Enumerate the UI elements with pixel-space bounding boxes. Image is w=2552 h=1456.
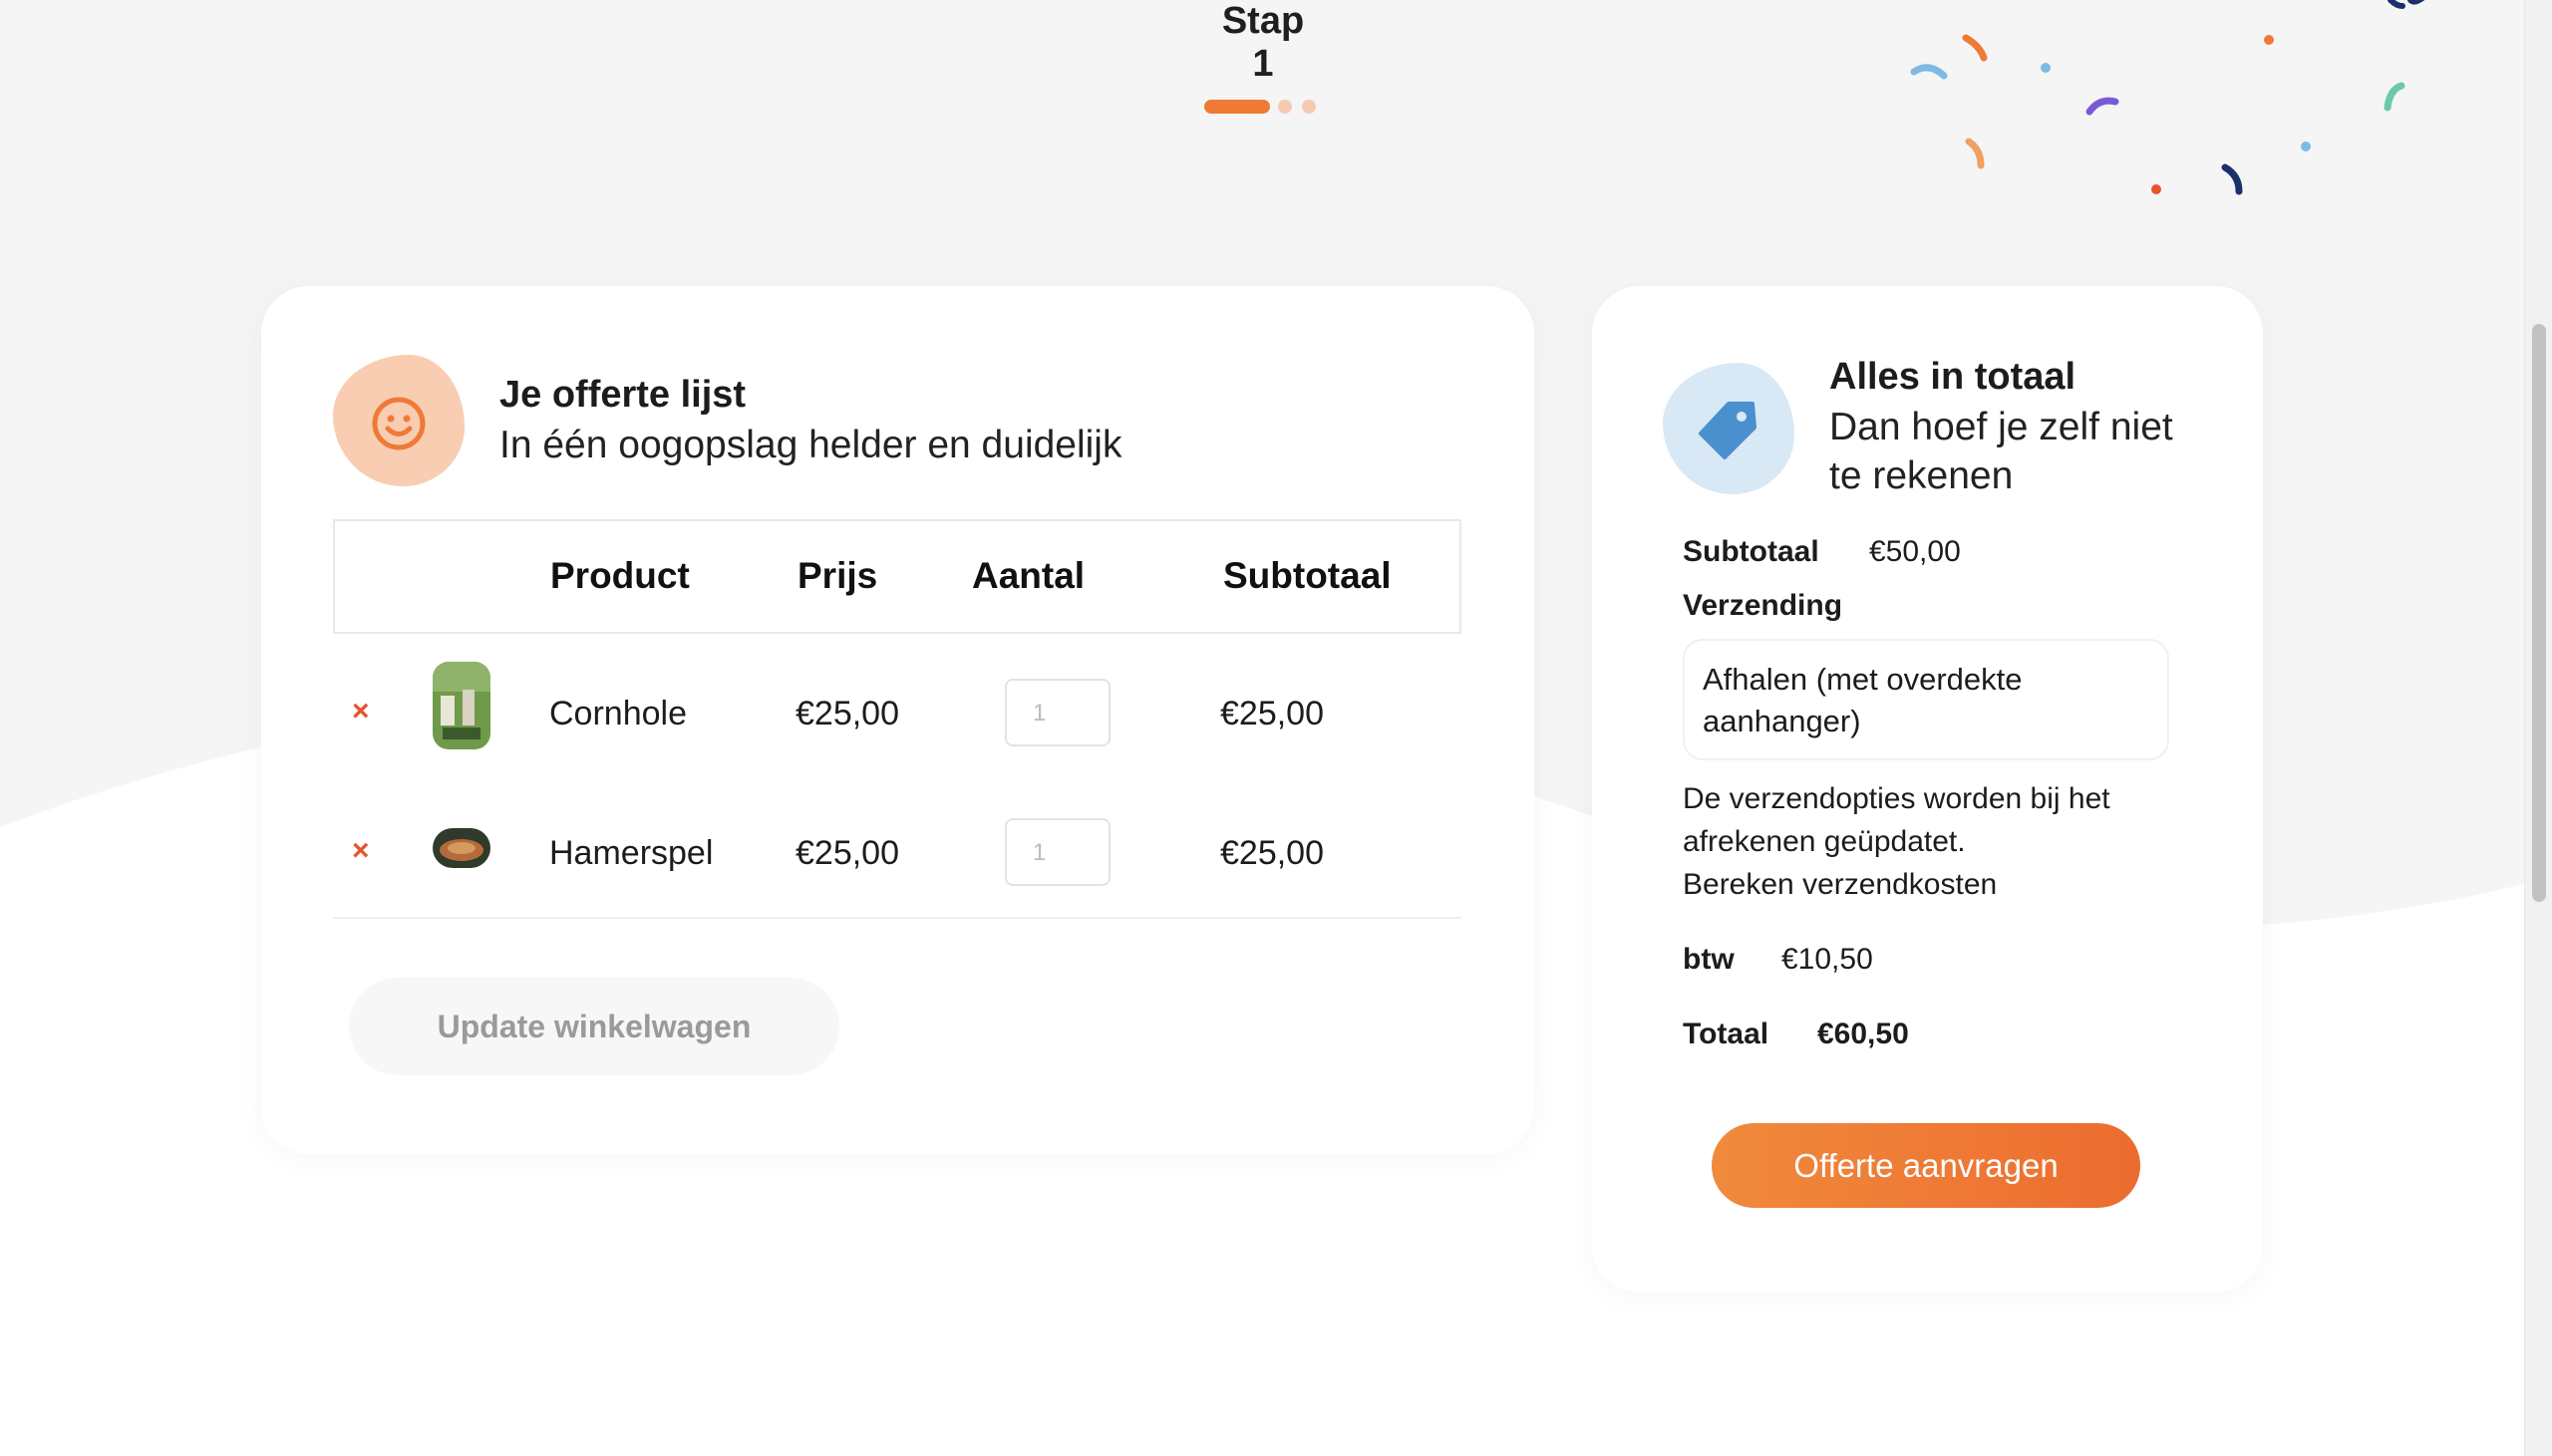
product-thumbnail[interactable]: [433, 828, 490, 868]
subtotal-value: €50,00: [1869, 535, 1961, 568]
shipping-option[interactable]: Afhalen (met overdekte aanhanger): [1683, 639, 2169, 760]
quote-subtitle: In één oogopslag helder en duidelijk: [499, 424, 1122, 466]
vat-label: btw: [1683, 943, 1735, 976]
quantity-input[interactable]: 1: [1005, 818, 1111, 886]
column-header-quantity: Aantal: [972, 555, 1086, 596]
shipping-note-line2: afrekenen geüpdatet.: [1683, 825, 1966, 858]
column-header-product: Product: [550, 555, 690, 596]
product-name[interactable]: Hamerspel: [549, 834, 713, 873]
step-dot-active: [1204, 100, 1270, 114]
totals-subtitle-line1: Dan hoef je zelf niet: [1829, 406, 2173, 448]
totals-subtitle-line2: te rekenen: [1829, 454, 2014, 497]
scrollbar-thumb[interactable]: [2532, 324, 2546, 902]
update-cart-button[interactable]: Update winkelwagen: [349, 978, 839, 1075]
product-subtotal: €25,00: [1220, 834, 1324, 872]
table-divider: [333, 917, 1461, 919]
step-dot: [1302, 100, 1316, 114]
shipping-note-line1: De verzendopties worden bij het: [1683, 782, 2110, 815]
shipping-label: Verzending: [1683, 589, 1843, 622]
quote-title: Je offerte lijst: [499, 374, 747, 416]
column-header-subtotal: Subtotaal: [1223, 555, 1392, 596]
product-name[interactable]: Cornhole: [549, 695, 687, 733]
shipping-option-line1: Afhalen (met overdekte: [1703, 662, 2023, 697]
remove-item-button[interactable]: ×: [352, 695, 370, 728]
calculate-shipping-link[interactable]: Bereken verzendkosten: [1683, 863, 2241, 906]
total-label: Totaal: [1683, 1018, 1769, 1050]
price-tag-icon: [1699, 402, 1756, 459]
shipping-option-line2: aanhanger): [1703, 704, 1861, 738]
product-subtotal: €25,00: [1220, 695, 1324, 732]
step-title: Stap 1: [1221, 0, 1305, 85]
smiley-icon: [372, 397, 426, 450]
step-dot: [1278, 100, 1292, 114]
total-value: €60,50: [1817, 1018, 1909, 1050]
subtotal-label: Subtotaal: [1683, 535, 1819, 568]
vat-value: €10,50: [1781, 943, 1873, 976]
product-thumbnail[interactable]: [433, 662, 490, 749]
product-price: €25,00: [796, 834, 899, 872]
quantity-input[interactable]: 1: [1005, 679, 1111, 746]
column-header-price: Prijs: [798, 555, 878, 596]
request-quote-button[interactable]: Offerte aanvragen: [1712, 1123, 2140, 1208]
totals-title: Alles in totaal: [1829, 356, 2076, 398]
product-price: €25,00: [796, 695, 899, 732]
remove-item-button[interactable]: ×: [352, 834, 370, 868]
shipping-note: De verzendopties worden bij het afrekene…: [1683, 777, 2241, 906]
